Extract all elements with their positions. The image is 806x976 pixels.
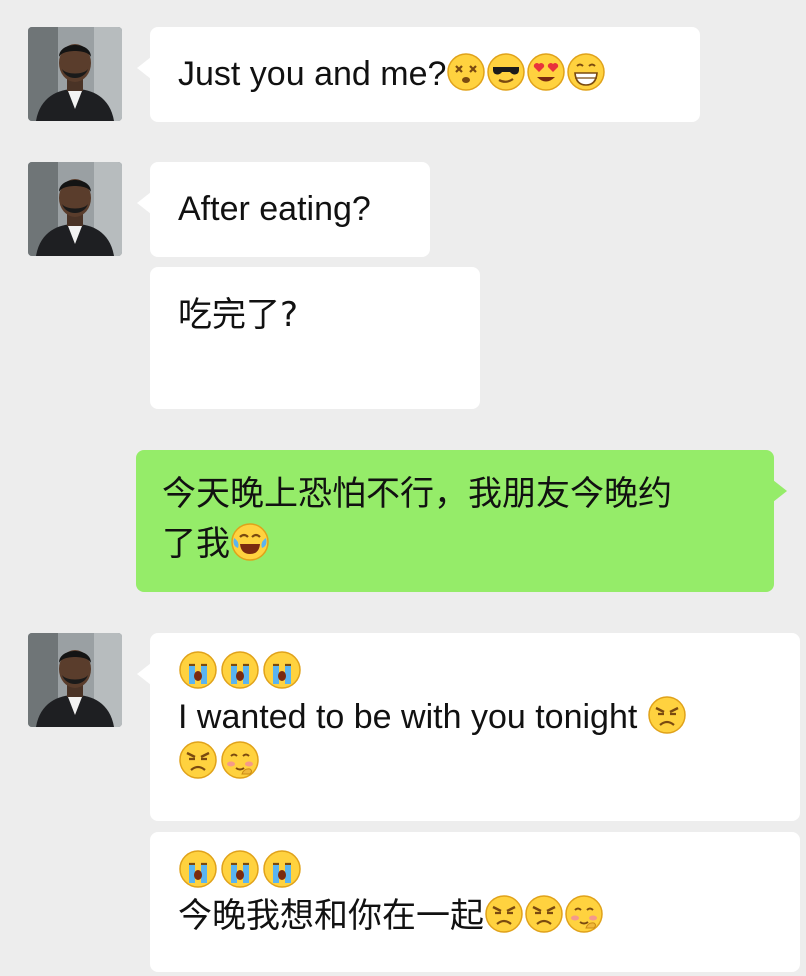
- shy-face-emoji-icon: [564, 894, 604, 934]
- crying-face-emoji-icon: [220, 849, 260, 889]
- bubble-tail: [773, 480, 787, 502]
- shy-face-emoji-icon: [220, 740, 260, 780]
- message-text: 今晚我想和你在一起: [178, 896, 484, 936]
- message-text: Just you and me?: [178, 54, 447, 93]
- bubble-tail: [137, 663, 151, 685]
- contact-avatar[interactable]: [28, 27, 122, 121]
- crying-face-emoji-icon: [262, 650, 302, 690]
- emoji-row: [178, 650, 772, 693]
- contact-avatar[interactable]: [28, 162, 122, 256]
- angry-face-emoji-icon: [524, 894, 564, 934]
- message-bubble-incoming[interactable]: After eating?: [137, 162, 430, 257]
- message-bubble-incoming[interactable]: I wanted to be with you tonight: [137, 633, 800, 821]
- grinning-face-emoji-icon: [566, 52, 606, 92]
- dizzy-face-emoji-icon: [446, 52, 486, 92]
- bubble-tail: [137, 57, 151, 79]
- contact-avatar[interactable]: [28, 633, 122, 727]
- crying-face-emoji-icon: [178, 849, 218, 889]
- angry-face-emoji-icon: [647, 695, 687, 735]
- angry-face-emoji-icon: [178, 740, 218, 780]
- crying-face-emoji-icon: [262, 849, 302, 889]
- message-bubble-incoming[interactable]: Just you and me?: [137, 27, 700, 122]
- crying-face-emoji-icon: [178, 650, 218, 690]
- emoji-row: [178, 849, 772, 892]
- message-text: After eating?: [178, 189, 371, 228]
- message-text-line: 了我: [162, 523, 230, 564]
- sunglasses-face-emoji-icon: [486, 52, 526, 92]
- emoji-row: [178, 740, 772, 783]
- message-text: I wanted to be with you tonight: [178, 698, 638, 736]
- heart-eyes-face-emoji-icon: [526, 52, 566, 92]
- message-bubble-incoming[interactable]: 今晚我想和你在一起: [150, 832, 800, 972]
- message-text-line: 今天晚上恐怕不行，我朋友今晚约: [162, 474, 672, 514]
- message-text: 吃完了?: [178, 295, 299, 335]
- crying-face-emoji-icon: [220, 650, 260, 690]
- bubble-tail: [137, 192, 151, 214]
- message-bubble-outgoing[interactable]: 今天晚上恐怕不行，我朋友今晚约 了我: [136, 450, 787, 592]
- message-bubble-incoming[interactable]: 吃完了?: [150, 267, 480, 409]
- tears-of-joy-emoji-icon: [230, 522, 270, 562]
- angry-face-emoji-icon: [484, 894, 524, 934]
